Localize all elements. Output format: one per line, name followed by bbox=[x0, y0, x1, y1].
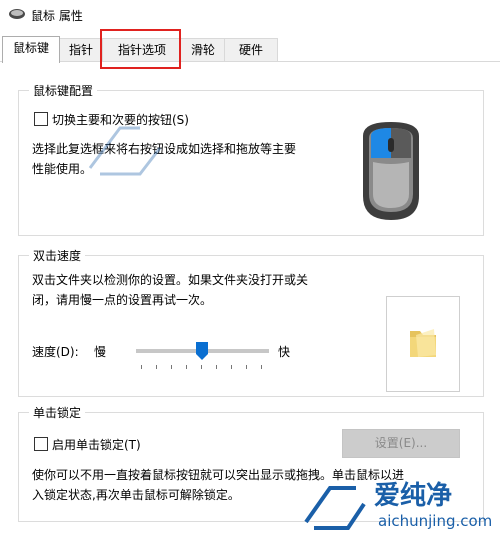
mouse-properties-icon bbox=[9, 9, 25, 19]
tab-pointers[interactable]: 指针 bbox=[58, 38, 104, 61]
click-lock-settings-button[interactable]: 设置(E)... bbox=[342, 429, 460, 458]
tab-buttons[interactable]: 鼠标键 bbox=[2, 36, 60, 63]
tab-pointer-options[interactable]: 指针选项 bbox=[102, 38, 182, 61]
slider-thumb-icon[interactable] bbox=[196, 342, 208, 360]
watermark-logo: 爱纯净 aichunjing.com bbox=[304, 480, 492, 530]
slider-tick bbox=[186, 365, 187, 369]
group-title-click-lock: 单击锁定 bbox=[29, 404, 86, 421]
switch-buttons-checkbox[interactable] bbox=[34, 112, 48, 126]
speed-label: 速度(D): bbox=[32, 345, 79, 359]
mouse-illustration bbox=[363, 122, 419, 220]
folder-icon[interactable] bbox=[408, 327, 438, 359]
slider-tick bbox=[156, 365, 157, 369]
watermark-center bbox=[88, 126, 162, 176]
slider-tick bbox=[201, 365, 202, 369]
slider-tick bbox=[171, 365, 172, 369]
double-click-desc-line2: 闭，请用慢一点的设置再试一次。 bbox=[32, 293, 213, 307]
double-click-description: 双击文件夹以检测你的设置。如果文件夹没打开或关 闭，请用慢一点的设置再试一次。 bbox=[32, 270, 308, 310]
slider-tick bbox=[141, 365, 142, 369]
watermark-brand: 爱纯净 bbox=[374, 480, 452, 511]
window-title: 鼠标 属性 bbox=[31, 9, 83, 23]
speed-slow-label: 慢 bbox=[94, 345, 107, 359]
group-title-button-config: 鼠标键配置 bbox=[29, 82, 98, 99]
group-title-double-click: 双击速度 bbox=[29, 247, 86, 264]
click-lock-checkbox[interactable] bbox=[34, 437, 48, 451]
double-click-desc-line1: 双击文件夹以检测你的设置。如果文件夹没打开或关 bbox=[32, 273, 309, 287]
slider-tick bbox=[216, 365, 217, 369]
slider-tick bbox=[246, 365, 247, 369]
speed-fast-label: 快 bbox=[278, 345, 291, 359]
tab-wheel[interactable]: 滑轮 bbox=[180, 38, 226, 61]
watermark-url: aichunjing.com bbox=[378, 512, 492, 530]
click-lock-label[interactable]: 启用单击锁定(T) bbox=[52, 436, 141, 453]
title-bar: 鼠标 属性 bbox=[0, 0, 500, 30]
tab-bar: 鼠标键 指针 指针选项 滑轮 硬件 bbox=[0, 36, 500, 63]
slider-tick bbox=[261, 365, 262, 369]
slider-tick bbox=[231, 365, 232, 369]
tab-hardware[interactable]: 硬件 bbox=[224, 38, 278, 61]
